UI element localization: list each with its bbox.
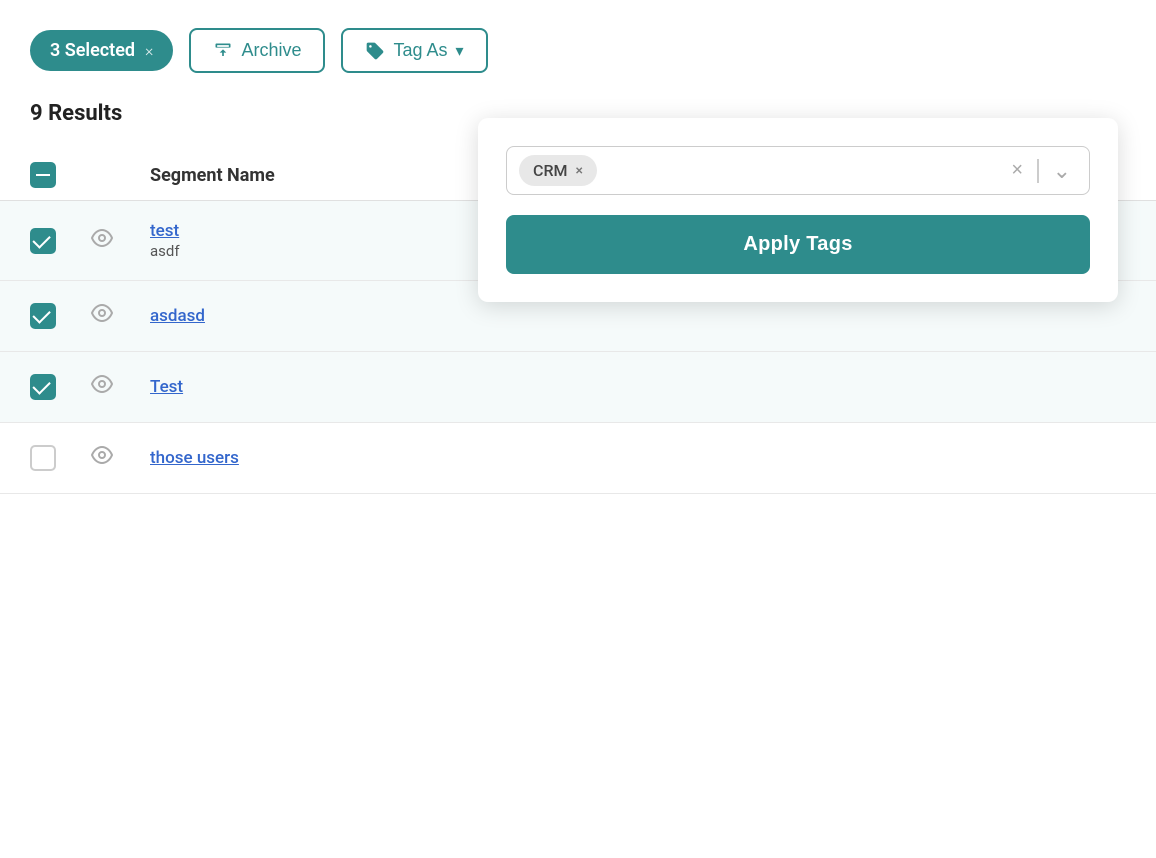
apply-tags-button[interactable]: Apply Tags [506,215,1090,274]
tag-as-button[interactable]: Tag As ▾ [341,28,487,73]
eye-icon[interactable] [90,301,114,331]
row-checkbox-Test[interactable] [30,374,90,400]
tag-dropdown-popup: CRM × × ⌄ Apply Tags [478,118,1118,302]
archive-button[interactable]: Archive [189,28,325,73]
table-row: Test [0,352,1156,423]
tag-input-row: CRM × × ⌄ [506,146,1090,195]
row-checkbox-test[interactable] [30,228,90,254]
tag-as-chevron-icon: ▾ [456,41,464,61]
checked-checkbox[interactable] [30,374,56,400]
eye-icon[interactable] [90,443,114,473]
segment-link-asdasd[interactable]: asdasd [150,306,1126,326]
checked-checkbox[interactable] [30,228,56,254]
select-all-checkbox[interactable] [30,162,90,188]
tag-chip-remove-button[interactable]: × [576,164,583,178]
deselect-all-button[interactable]: × [145,41,153,60]
segment-sub-test: asdf [150,242,180,260]
indeterminate-checkbox[interactable] [30,162,56,188]
eye-icon[interactable] [90,226,114,256]
row-eye-icon-those-users[interactable] [90,443,150,473]
tag-chip-crm: CRM × [519,155,597,186]
selected-count-label: 3 Selected [50,40,135,61]
row-eye-icon-asdasd[interactable] [90,301,150,331]
table-row: those users [0,423,1156,494]
archive-label: Archive [241,40,301,61]
tag-clear-button[interactable]: × [1005,159,1029,182]
unchecked-checkbox[interactable] [30,445,56,471]
tag-input-divider [1037,159,1039,183]
tag-chevron-button[interactable]: ⌄ [1047,158,1077,184]
row-eye-icon-Test[interactable] [90,372,150,402]
segment-link-those-users[interactable]: those users [150,448,1126,468]
eye-icon[interactable] [90,372,114,402]
tag-as-label: Tag As [393,40,447,61]
row-checkbox-those-users[interactable] [30,445,90,471]
tag-icon [365,41,385,61]
tag-chip-label: CRM [533,161,568,180]
selected-badge[interactable]: 3 Selected × [30,30,173,71]
row-eye-icon-test[interactable] [90,226,150,256]
checked-checkbox[interactable] [30,303,56,329]
column-header-name: Segment Name [150,165,275,186]
archive-icon [213,41,233,61]
toolbar: 3 Selected × Archive Tag As ▾ [0,0,1156,101]
segment-link-Test[interactable]: Test [150,377,1126,397]
row-checkbox-asdasd[interactable] [30,303,90,329]
